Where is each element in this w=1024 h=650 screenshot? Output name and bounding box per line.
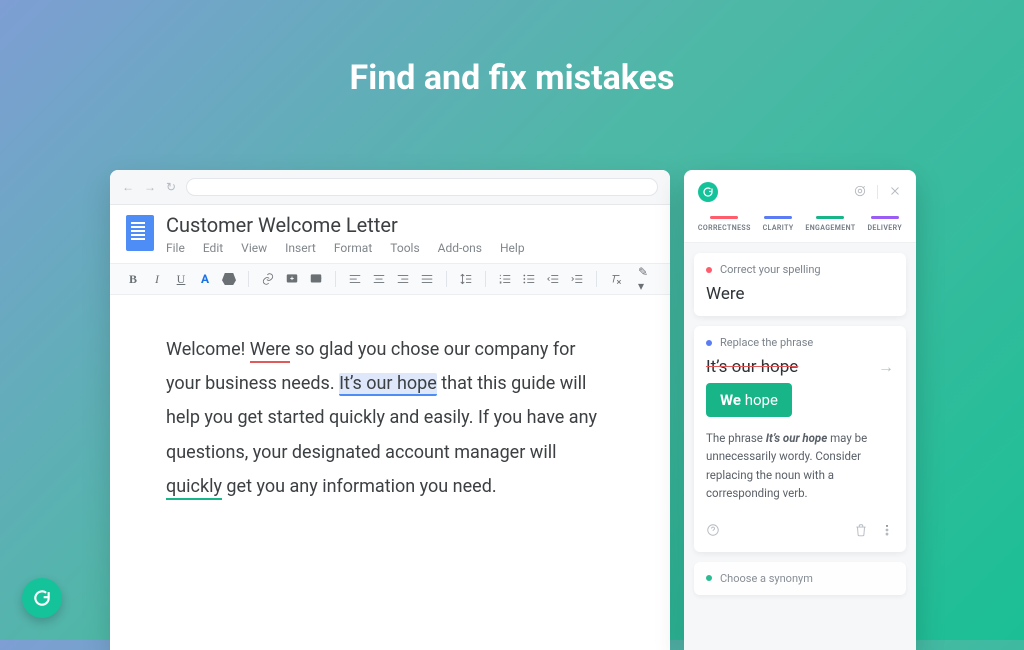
document-header: Customer Welcome Letter File Edit View I… [110,205,670,263]
category-dot-icon [706,340,712,346]
category-bar-icon [816,216,844,219]
menu-tools[interactable]: Tools [390,241,419,255]
indent-button[interactable] [568,270,586,288]
category-bar-icon [710,216,738,219]
category-label: DELIVERY [867,224,902,232]
menu-help[interactable]: Help [500,241,525,255]
category-bar-icon [871,216,899,219]
category-tabs: CORRECTNESS CLARITY ENGAGEMENT DELIVERY [684,214,916,243]
clear-formatting-button[interactable] [607,270,625,288]
align-right-button[interactable] [394,270,412,288]
align-justify-button[interactable] [418,270,436,288]
info-icon[interactable] [706,523,720,540]
insert-image-button[interactable] [307,270,325,288]
hero-headline: Find and fix mistakes [0,0,1024,98]
menu-edit[interactable]: Edit [203,241,223,255]
grammarly-panel: CORRECTNESS CLARITY ENGAGEMENT DELIVERY Cor… [684,170,916,650]
back-icon[interactable]: ← [122,180,134,194]
suggestion-card-spelling[interactable]: Correct your spelling Were [694,253,906,316]
trash-icon[interactable] [854,523,868,540]
category-label: CLARITY [763,224,794,232]
bulleted-list-button[interactable] [520,270,538,288]
card-title: Choose a synonym [720,572,813,585]
body-text: get you any information you need. [222,476,497,497]
category-tab-clarity[interactable]: CLARITY [763,216,794,232]
address-bar[interactable] [186,178,658,196]
menu-addons[interactable]: Add-ons [438,241,482,255]
stage: ← → ↻ Customer Welcome Letter File Edit … [110,170,1024,650]
menu-view[interactable]: View [241,241,267,255]
body-text: Welcome! [166,339,250,360]
category-label: CORRECTNESS [698,224,751,232]
document-body[interactable]: Welcome! Were so glad you chose our comp… [110,295,670,542]
engagement-error[interactable]: quickly [166,476,222,500]
menubar: File Edit View Insert Format Tools Add-o… [166,237,654,263]
align-center-button[interactable] [370,270,388,288]
original-phrase: It’s our hope [706,357,798,377]
outdent-button[interactable] [544,270,562,288]
panel-header [684,170,916,214]
card-title: Replace the phrase [720,336,813,349]
grammarly-logo-icon [698,182,718,202]
suggestion-card-synonym[interactable]: Choose a synonym [694,562,906,595]
reload-icon[interactable]: ↻ [166,180,176,194]
category-bar-icon [764,216,792,219]
category-tab-delivery[interactable]: DELIVERY [867,216,902,232]
arrow-right-icon: → [878,357,894,377]
suggestion-list: Correct your spelling Were Replace the p… [684,243,916,650]
docs-logo-icon [126,215,154,251]
bold-button[interactable]: B [124,270,142,288]
menu-insert[interactable]: Insert [285,241,316,255]
apply-fix-button[interactable]: We hope [706,383,792,417]
card-title: Correct your spelling [720,263,821,276]
underline-button[interactable]: U [172,270,190,288]
spelling-error[interactable]: Were [250,339,291,363]
align-left-button[interactable] [346,270,364,288]
more-icon[interactable] [880,523,894,540]
forward-icon[interactable]: → [144,180,156,194]
suggestion-card-rewrite[interactable]: Replace the phrase It’s our hope → We ho… [694,326,906,552]
grammarly-badge-icon[interactable] [22,578,62,618]
document-window: ← → ↻ Customer Welcome Letter File Edit … [110,170,670,650]
category-dot-icon [706,575,712,581]
close-icon[interactable] [888,184,902,201]
text-color-button[interactable]: A [196,270,214,288]
document-title[interactable]: Customer Welcome Letter [166,213,654,237]
browser-chrome: ← → ↻ [110,170,670,205]
menu-file[interactable]: File [166,241,185,255]
highlight-button[interactable] [220,270,238,288]
category-tab-engagement[interactable]: ENGAGEMENT [805,216,855,232]
goals-icon[interactable] [853,184,867,201]
clarity-error[interactable]: It’s our hope [339,373,437,396]
category-dot-icon [706,267,712,273]
category-label: ENGAGEMENT [805,224,855,232]
menu-format[interactable]: Format [334,241,372,255]
formatting-toolbar: B I U A [110,263,670,295]
insert-comment-button[interactable] [283,270,301,288]
category-tab-correctness[interactable]: CORRECTNESS [698,216,751,232]
card-value: Were [706,284,894,304]
italic-button[interactable]: I [148,270,166,288]
explanation-text: The phrase It’s our hope may be unnecess… [706,429,894,503]
numbered-list-button[interactable] [496,270,514,288]
line-spacing-button[interactable] [457,270,475,288]
edit-mode-button[interactable]: ✎ ▾ [638,270,656,288]
insert-link-button[interactable] [259,270,277,288]
